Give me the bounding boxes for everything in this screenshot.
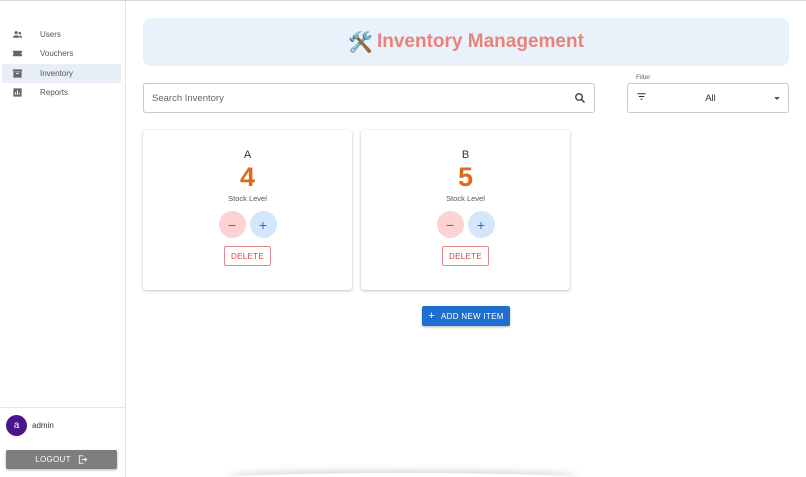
quantity-stepper: − + xyxy=(218,211,277,238)
filter-icon xyxy=(636,89,647,107)
item-quantity: 4 xyxy=(239,162,256,192)
sidebar: Users Vouchers Inventory Reports a admin… xyxy=(0,1,126,477)
page-title: Inventory Management xyxy=(376,31,584,52)
delete-button[interactable]: DELETE xyxy=(224,246,271,266)
sidebar-item-label: Reports xyxy=(40,87,69,97)
username: admin xyxy=(32,421,54,430)
filter-value: All xyxy=(705,92,716,104)
sidebar-item-users[interactable]: Users xyxy=(2,25,121,44)
quantity-stepper: − + xyxy=(436,211,495,238)
sidebar-item-reports[interactable]: Reports xyxy=(2,83,121,102)
plus-icon: + xyxy=(428,310,435,322)
increment-button[interactable]: + xyxy=(467,211,495,238)
search-box xyxy=(143,83,595,113)
inventory-icon xyxy=(11,67,23,79)
add-new-item-button[interactable]: + ADD NEW ITEM xyxy=(422,306,510,326)
sidebar-nav: Users Vouchers Inventory Reports xyxy=(2,25,121,102)
filter-select[interactable]: All xyxy=(627,83,789,113)
logout-label: LOGOUT xyxy=(35,455,71,464)
stock-level-label: Stock Level xyxy=(446,194,485,203)
sidebar-item-label: Users xyxy=(40,30,61,39)
users-icon xyxy=(11,29,23,41)
sidebar-item-inventory[interactable]: Inventory xyxy=(2,63,121,83)
search-input[interactable] xyxy=(152,92,574,104)
search-icon[interactable] xyxy=(574,92,586,104)
tools-icon: 🛠️ xyxy=(348,31,373,54)
item-name: A xyxy=(243,149,252,161)
sidebar-item-label: Vouchers xyxy=(40,49,74,59)
increment-button[interactable]: + xyxy=(249,211,277,238)
filter-label: Filter xyxy=(635,74,652,81)
logout-button[interactable]: LOGOUT xyxy=(6,450,117,469)
add-new-item-label: ADD NEW ITEM xyxy=(441,311,504,321)
decrement-button[interactable]: − xyxy=(436,211,464,238)
chart-icon xyxy=(11,86,23,98)
avatar[interactable]: a xyxy=(6,415,27,436)
page-header: 🛠️ Inventory Management xyxy=(143,18,789,66)
logout-icon xyxy=(78,455,88,464)
decrement-button[interactable]: − xyxy=(218,211,246,238)
delete-button[interactable]: DELETE xyxy=(442,246,489,266)
sidebar-item-label: Inventory xyxy=(40,68,73,78)
inventory-card: B 5 Stock Level − + DELETE xyxy=(361,130,570,290)
bottom-shadow xyxy=(228,473,578,477)
sidebar-divider xyxy=(0,407,125,408)
stock-level-label: Stock Level xyxy=(228,194,267,203)
chevron-down-icon xyxy=(774,96,780,100)
user-profile: a admin xyxy=(6,415,54,436)
item-name: B xyxy=(461,149,470,161)
ticket-icon xyxy=(11,48,23,60)
inventory-card: A 4 Stock Level − + DELETE xyxy=(143,130,352,290)
sidebar-item-vouchers[interactable]: Vouchers xyxy=(2,44,121,63)
item-quantity: 5 xyxy=(457,162,474,192)
